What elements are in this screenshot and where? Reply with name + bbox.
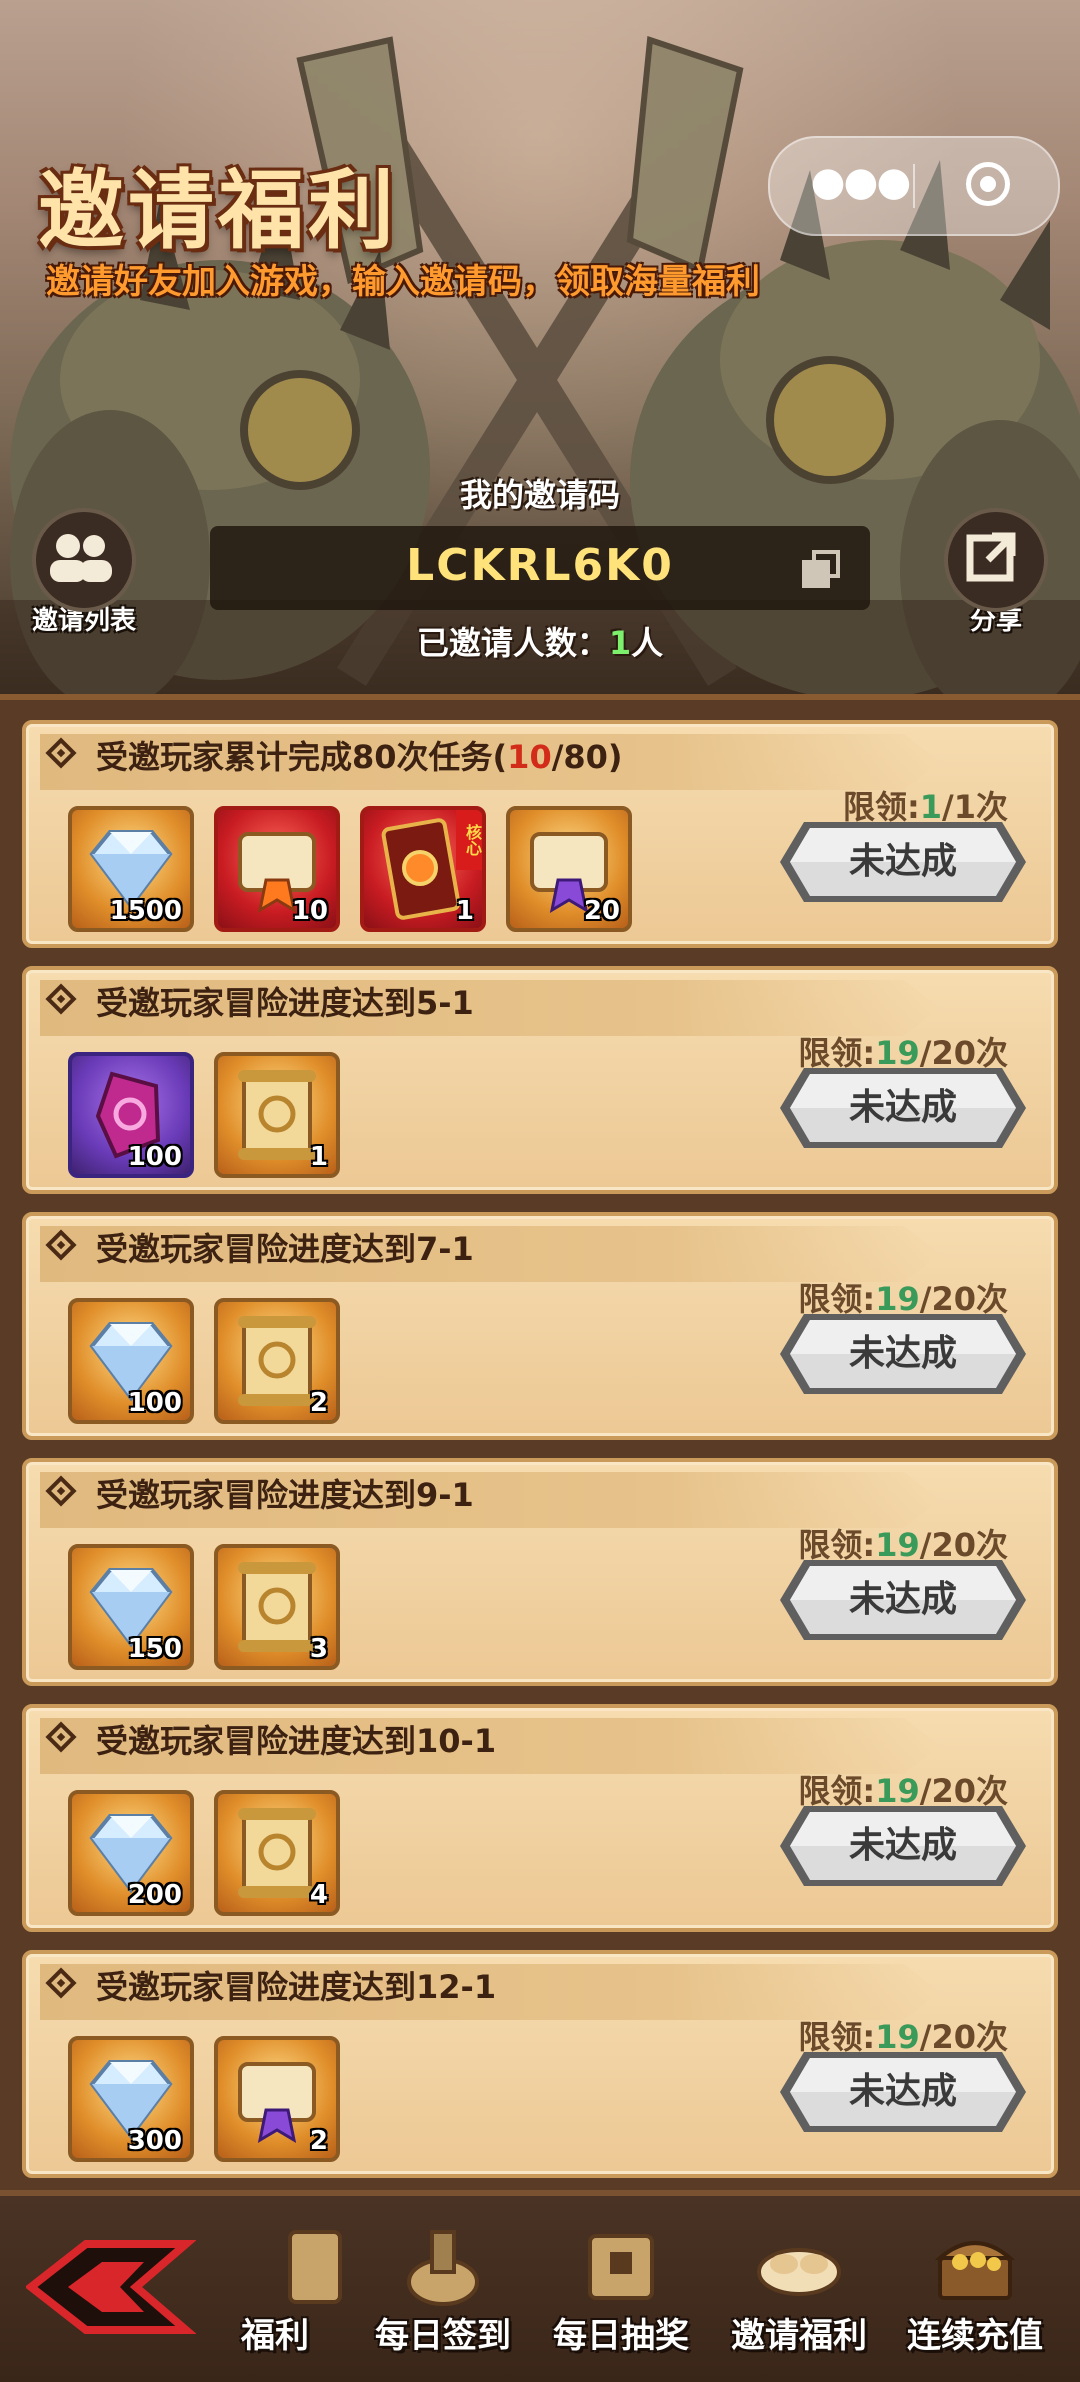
reward-item[interactable]: 2 (214, 1298, 340, 1424)
task-card: 受邀玩家累计完成80次任务(10/80) 限领:1/1次 1500 10 核心 1 20 未达… (22, 720, 1058, 948)
reward-item[interactable]: 核心 1 (360, 806, 486, 932)
reward-quantity: 4 (309, 1880, 328, 1910)
reward-quantity: 2 (309, 2126, 328, 2156)
claim-button[interactable]: 未达成 (778, 820, 1028, 904)
invite-code-value: LCKRL6K0 (406, 540, 674, 591)
task-title: 受邀玩家累计完成80次任务(10/80) (96, 732, 623, 778)
miniprogram-capsule: ●●● (768, 136, 1060, 236)
copy-icon[interactable] (802, 550, 842, 590)
reward-item[interactable]: 3 (214, 1544, 340, 1670)
tab-daily-checkin[interactable]: 每日签到 (358, 2216, 528, 2366)
reward-item[interactable]: 300 (68, 2036, 194, 2162)
reward-quantity: 20 (583, 896, 620, 926)
reward-item[interactable]: 200 (68, 1790, 194, 1916)
claim-button-label: 未达成 (848, 2071, 957, 2112)
close-miniprogram-icon[interactable] (966, 162, 1010, 206)
more-menu-icon[interactable]: ●●● (810, 162, 912, 210)
reward-item[interactable]: 10 (214, 806, 340, 932)
reward-item[interactable]: 1500 (68, 806, 194, 932)
checkin-icon (407, 2230, 479, 2306)
reward-item[interactable]: 150 (68, 1544, 194, 1670)
share-icon (944, 508, 1048, 612)
tab-invite-welfare[interactable]: 邀请福利 (714, 2216, 884, 2366)
claim-button-label: 未达成 (848, 1825, 957, 1866)
task-title-text: 受邀玩家冒险进度达到12-1 (96, 1968, 497, 2006)
reward-quantity: 1500 (109, 896, 182, 926)
claim-button-label: 未达成 (848, 841, 957, 882)
claim-button[interactable]: 未达成 (778, 1558, 1028, 1642)
page-title: 邀请福利 (38, 161, 398, 261)
reward-tag: 核心 (456, 810, 482, 870)
invited-suffix: 人 (631, 624, 664, 662)
task-card: 受邀玩家冒险进度达到5-1 限领:19/20次 100 1 未达成 (22, 966, 1058, 1194)
tab-daily-lottery[interactable]: 每日抽奖 (536, 2216, 706, 2366)
back-arrow-icon (24, 2240, 197, 2334)
claim-button[interactable]: 未达成 (778, 1312, 1028, 1396)
scroll-icon (288, 2230, 342, 2304)
reward-quantity: 10 (291, 896, 328, 926)
tab-continuous-recharge[interactable]: 连续充值 (890, 2216, 1060, 2366)
claim-button-label: 未达成 (848, 1333, 957, 1374)
friends-icon (32, 508, 136, 612)
task-card: 受邀玩家冒险进度达到12-1 限领:19/20次 300 2 未达成 (22, 1950, 1058, 2178)
task-progress-current: 10 (507, 738, 552, 776)
handshake-icon (757, 2248, 841, 2296)
task-title: 受邀玩家冒险进度达到5-1 (96, 978, 474, 1024)
reward-quantity: 100 (127, 1388, 182, 1418)
reward-item[interactable]: 100 (68, 1298, 194, 1424)
reward-quantity: 100 (127, 1142, 182, 1172)
claim-button[interactable]: 未达成 (778, 1804, 1028, 1888)
lottery-icon (588, 2234, 654, 2300)
task-title-text: 受邀玩家冒险进度达到9-1 (96, 1476, 474, 1514)
task-title-text: 受邀玩家累计完成80次任务( (96, 738, 508, 776)
claim-button-label: 未达成 (848, 1579, 957, 1620)
reward-item[interactable]: 100 (68, 1052, 194, 1178)
task-card: 受邀玩家冒险进度达到10-1 限领:19/20次 200 4 未达成 (22, 1704, 1058, 1932)
task-title: 受邀玩家冒险进度达到12-1 (96, 1962, 496, 2008)
task-card: 受邀玩家冒险进度达到9-1 限领:19/20次 150 3 未达成 (22, 1458, 1058, 1686)
task-title-text: 受邀玩家冒险进度达到10-1 (96, 1722, 497, 1760)
back-button[interactable] (24, 2232, 197, 2342)
reward-quantity: 1 (455, 896, 474, 926)
tab-continuous-recharge-label: 连续充值 (907, 2316, 1043, 2356)
reward-item[interactable]: 20 (506, 806, 632, 932)
reward-quantity: 3 (309, 1634, 328, 1664)
reward-quantity: 1 (309, 1142, 328, 1172)
task-title: 受邀玩家冒险进度达到7-1 (96, 1224, 474, 1270)
invite-code-label: 我的邀请码 (459, 476, 620, 514)
reward-quantity: 2 (309, 1388, 328, 1418)
invite-code-box: LCKRL6K0 (210, 526, 870, 610)
reward-item[interactable]: 4 (214, 1790, 340, 1916)
reward-list[interactable]: 受邀玩家累计完成80次任务(10/80) 限领:1/1次 1500 10 核心 1 20 未达… (0, 694, 1080, 2196)
hero-banner: 邀请福利 邀请好友加入游戏，输入邀请码，领取海量福利 ●●● 邀请列表 分享 我… (0, 0, 1080, 700)
bottom-nav: 福利 每日签到 每日抽奖 邀请福利 连续充值 (0, 2190, 1080, 2382)
task-progress-total: /80) (551, 738, 623, 776)
task-title-text: 受邀玩家冒险进度达到5-1 (96, 984, 474, 1022)
treasure-chest-icon (934, 2241, 1016, 2300)
task-title: 受邀玩家冒险进度达到10-1 (96, 1716, 496, 1762)
reward-quantity: 200 (127, 1880, 182, 1910)
reward-quantity: 150 (127, 1634, 182, 1664)
tab-daily-lottery-label: 每日抽奖 (553, 2316, 689, 2356)
reward-item[interactable]: 1 (214, 1052, 340, 1178)
invited-prefix: 已邀请人数： (416, 624, 609, 662)
tab-welfare-label: 福利 (241, 2316, 309, 2356)
page-subtitle: 邀请好友加入游戏，输入邀请码，领取海量福利 (46, 262, 760, 302)
task-title: 受邀玩家冒险进度达到9-1 (96, 1470, 474, 1516)
task-title-text: 受邀玩家冒险进度达到7-1 (96, 1230, 474, 1268)
claim-button[interactable]: 未达成 (778, 1066, 1028, 1150)
tab-daily-checkin-label: 每日签到 (375, 2316, 511, 2356)
invited-count: 1 (608, 624, 632, 662)
reward-quantity: 300 (127, 2126, 182, 2156)
claim-button[interactable]: 未达成 (778, 2050, 1028, 2134)
invited-count-line: 已邀请人数：1人 (0, 618, 1080, 664)
capsule-divider (913, 164, 915, 208)
claim-button-label: 未达成 (848, 1087, 957, 1128)
task-card: 受邀玩家冒险进度达到7-1 限领:19/20次 100 2 未达成 (22, 1212, 1058, 1440)
reward-item[interactable]: 2 (214, 2036, 340, 2162)
tab-invite-welfare-label: 邀请福利 (731, 2316, 867, 2356)
